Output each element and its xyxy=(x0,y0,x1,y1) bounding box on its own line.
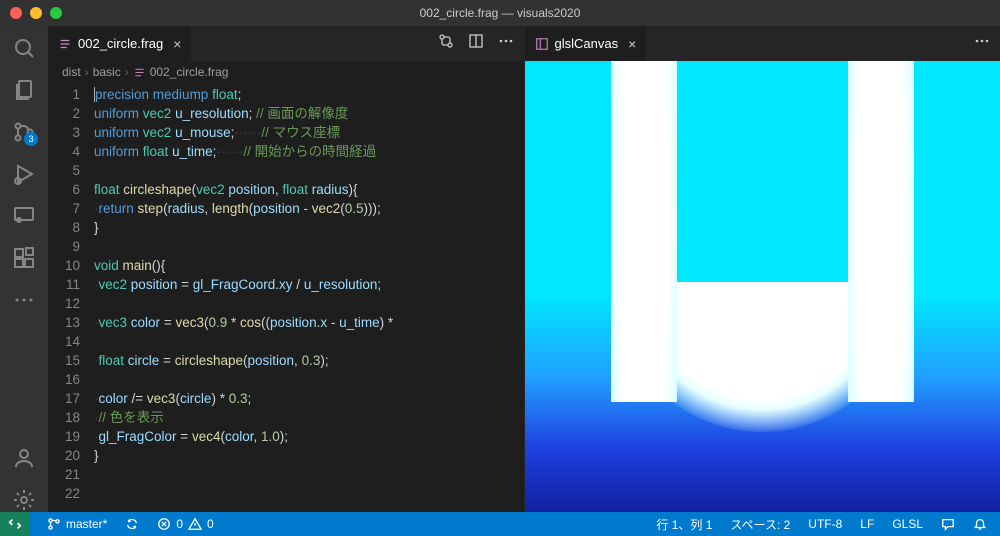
tab-bar-left: 002_circle.frag × xyxy=(48,26,524,61)
close-window[interactable] xyxy=(10,7,22,19)
remote-explorer-icon[interactable] xyxy=(12,204,36,228)
maximize-window[interactable] xyxy=(50,7,62,19)
search-icon[interactable] xyxy=(12,36,36,60)
more-icon[interactable] xyxy=(12,288,36,312)
split-editor-icon[interactable] xyxy=(468,33,484,54)
breadcrumbs[interactable]: dist › basic › 002_circle.frag xyxy=(48,61,524,83)
explorer-icon[interactable] xyxy=(12,78,36,102)
close-icon[interactable]: × xyxy=(173,37,181,51)
cursor-position[interactable]: 行 1、列 1 xyxy=(651,516,717,533)
tab-bar-right: glslCanvas × xyxy=(525,26,1000,61)
editor-pane-left: 002_circle.frag × dist › basic › 002_cir… xyxy=(48,26,524,512)
source-control-icon[interactable]: 3 xyxy=(12,120,36,144)
tab-label: glslCanvas xyxy=(555,36,619,51)
sync-button[interactable] xyxy=(120,517,144,531)
editor-group: 002_circle.frag × dist › basic › 002_cir… xyxy=(48,26,1000,512)
titlebar: 002_circle.frag — visuals2020 xyxy=(0,0,1000,26)
language-mode[interactable]: GLSL xyxy=(887,517,928,531)
git-branch[interactable]: master* xyxy=(42,517,112,531)
crumb-folder[interactable]: basic xyxy=(93,65,121,79)
feedback-icon[interactable] xyxy=(936,517,960,531)
settings-gear-icon[interactable] xyxy=(12,488,36,512)
extensions-icon[interactable] xyxy=(12,246,36,270)
compare-changes-icon[interactable] xyxy=(438,33,454,54)
tab-actions xyxy=(964,26,1000,61)
file-icon xyxy=(58,37,72,51)
file-icon xyxy=(133,66,146,79)
window-title: 002_circle.frag — visuals2020 xyxy=(0,6,1000,20)
crumb-file[interactable]: 002_circle.frag xyxy=(150,65,229,79)
minimize-window[interactable] xyxy=(30,7,42,19)
tab-label: 002_circle.frag xyxy=(78,36,163,51)
problems-indicator[interactable]: 0 0 xyxy=(152,517,218,531)
line-gutter: 12345678910111213141516171819202122 xyxy=(48,83,94,512)
eol[interactable]: LF xyxy=(855,517,879,531)
account-icon[interactable] xyxy=(12,446,36,470)
shader-preview xyxy=(525,61,1000,512)
more-icon[interactable] xyxy=(974,33,990,54)
remote-indicator[interactable] xyxy=(0,512,30,536)
tab-actions xyxy=(428,26,524,61)
indentation[interactable]: スペース: 2 xyxy=(725,516,795,533)
debug-icon[interactable] xyxy=(12,162,36,186)
activity-bar: 3 xyxy=(0,26,48,512)
chevron-right-icon: › xyxy=(85,65,89,79)
status-bar: master* 0 0 行 1、列 1 スペース: 2 UTF-8 LF GLS… xyxy=(0,512,1000,536)
close-icon[interactable]: × xyxy=(628,37,636,51)
error-count: 0 xyxy=(176,517,183,531)
shader-shape xyxy=(611,61,677,402)
warning-count: 0 xyxy=(207,517,214,531)
shader-shape xyxy=(848,61,914,402)
notifications-icon[interactable] xyxy=(968,517,992,531)
chevron-right-icon: › xyxy=(125,65,129,79)
code-editor[interactable]: 12345678910111213141516171819202122 prec… xyxy=(48,83,524,512)
tab-circle-frag[interactable]: 002_circle.frag × xyxy=(48,26,192,61)
crumb-folder[interactable]: dist xyxy=(62,65,81,79)
encoding[interactable]: UTF-8 xyxy=(803,517,847,531)
window-controls xyxy=(10,7,62,19)
more-icon[interactable] xyxy=(498,33,514,54)
editor-pane-right: glslCanvas × xyxy=(524,26,1000,512)
main-area: 3 002_circle.frag × xyxy=(0,26,1000,512)
tab-glslcanvas[interactable]: glslCanvas × xyxy=(525,26,648,61)
scm-badge: 3 xyxy=(24,132,38,146)
code-lines[interactable]: precision mediump float;uniform vec2 u_r… xyxy=(94,83,524,512)
preview-icon xyxy=(535,37,549,51)
branch-name: master* xyxy=(66,517,107,531)
